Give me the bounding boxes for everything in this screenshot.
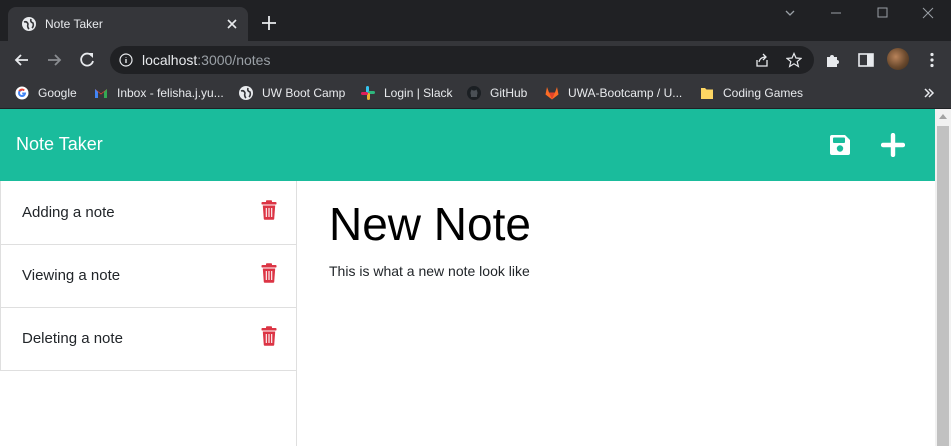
google-icon xyxy=(15,86,29,100)
browser-toolbar: localhost:3000/notes xyxy=(0,41,951,78)
url-host: localhost xyxy=(142,52,198,68)
scroll-up-arrow-icon[interactable] xyxy=(939,113,947,119)
note-title-input[interactable]: New Note xyxy=(329,197,531,251)
maximize-icon[interactable] xyxy=(872,5,892,21)
note-list-title[interactable]: Deleting a note xyxy=(22,330,123,348)
extensions-puzzle-icon[interactable] xyxy=(824,51,842,69)
more-bookmarks-chevron-icon[interactable] xyxy=(922,86,936,100)
bookmark-github[interactable]: GitHub xyxy=(466,83,527,103)
back-arrow-icon[interactable] xyxy=(12,50,32,70)
note-textarea[interactable]: This is what a new note look like xyxy=(329,262,530,280)
url-text: localhost:3000/notes xyxy=(142,52,270,68)
globe-icon xyxy=(239,86,253,100)
github-icon xyxy=(467,86,481,100)
app-navbar: Note Taker xyxy=(0,109,935,181)
reload-icon[interactable] xyxy=(77,50,97,70)
new-note-plus-icon[interactable] xyxy=(881,133,905,157)
bookmark-uw-boot-camp[interactable]: UW Boot Camp xyxy=(238,83,345,103)
browser-tabstrip: Note Taker xyxy=(0,0,951,41)
bookmark-folder-icon xyxy=(701,88,713,99)
browser-menu-icon[interactable] xyxy=(923,51,941,69)
note-list-title[interactable]: Adding a note xyxy=(22,204,115,222)
brand-title[interactable]: Note Taker xyxy=(16,133,103,155)
url-path: :3000/notes xyxy=(197,52,271,68)
note-list-item[interactable]: Viewing a note xyxy=(0,244,296,308)
tab-title: Note Taker xyxy=(45,17,103,31)
note-list-item[interactable]: Deleting a note xyxy=(0,307,296,371)
gitlab-icon xyxy=(545,87,559,100)
bookmark-slack[interactable]: Login | Slack xyxy=(360,83,453,103)
new-tab-icon[interactable] xyxy=(260,14,278,32)
note-list-title[interactable]: Viewing a note xyxy=(22,267,120,285)
close-window-icon[interactable] xyxy=(918,5,938,21)
side-panel-icon[interactable] xyxy=(857,51,875,69)
share-icon[interactable] xyxy=(754,52,770,68)
site-info-icon[interactable] xyxy=(119,53,133,67)
address-bar[interactable]: localhost:3000/notes xyxy=(110,46,814,74)
bookmark-star-icon[interactable] xyxy=(786,52,802,68)
delete-trash-icon[interactable] xyxy=(261,263,277,283)
bookmark-label: Coding Games xyxy=(723,86,804,100)
bookmark-gitlab[interactable]: UWA-Bootcamp / U... xyxy=(544,83,682,103)
browser-tab-active[interactable]: Note Taker xyxy=(8,7,248,41)
page-viewport: Note Taker Adding a note Viewing a note xyxy=(0,109,935,446)
minimize-icon[interactable] xyxy=(826,5,846,21)
bookmark-label: GitHub xyxy=(490,86,528,100)
slack-icon xyxy=(361,86,375,100)
save-note-icon[interactable] xyxy=(828,133,852,157)
bookmark-coding-games[interactable]: Coding Games xyxy=(699,83,803,103)
note-list-item[interactable]: Adding a note xyxy=(0,181,296,245)
bookmark-label: UWA-Bootcamp / U... xyxy=(568,86,683,100)
bookmark-label: Google xyxy=(38,86,77,100)
bookmark-label: Inbox - felisha.j.yu... xyxy=(117,86,224,100)
note-list: Adding a note Viewing a note Deleting a … xyxy=(0,181,297,446)
note-editor: New Note This is what a new note look li… xyxy=(298,181,935,446)
close-tab-icon[interactable] xyxy=(223,15,241,33)
bookmark-inbox[interactable]: Inbox - felisha.j.yu... xyxy=(93,83,224,103)
bookmark-label: UW Boot Camp xyxy=(262,86,346,100)
forward-arrow-icon[interactable] xyxy=(44,50,64,70)
profile-avatar[interactable] xyxy=(887,48,909,70)
globe-icon xyxy=(22,17,36,31)
scrollbar-thumb[interactable] xyxy=(937,126,949,446)
bookmark-google[interactable]: Google xyxy=(14,83,77,103)
bookmark-label: Login | Slack xyxy=(384,86,453,100)
page-scrollbar[interactable] xyxy=(935,109,951,446)
tab-search-chevron-icon[interactable] xyxy=(780,5,800,21)
delete-trash-icon[interactable] xyxy=(261,200,277,220)
bookmarks-bar: Google Inbox - felisha.j.yu... UW Boot C… xyxy=(0,78,951,109)
delete-trash-icon[interactable] xyxy=(261,326,277,346)
gmail-icon xyxy=(95,89,107,98)
